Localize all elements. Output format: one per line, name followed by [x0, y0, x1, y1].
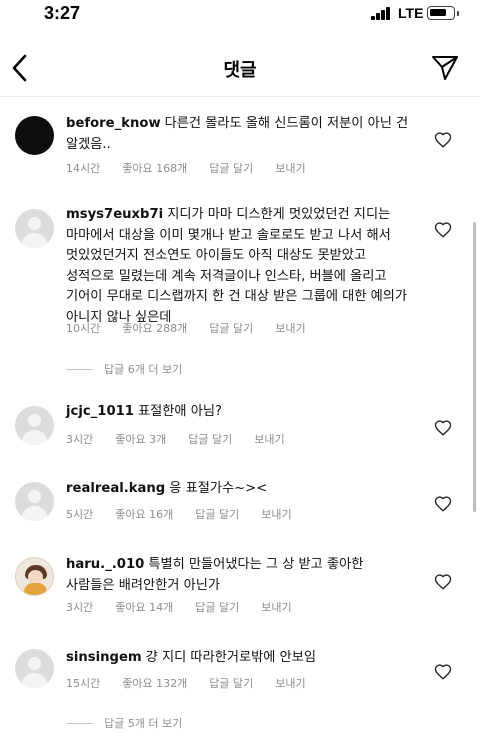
avatar[interactable]	[15, 557, 54, 596]
comment-time: 3시간	[66, 433, 94, 446]
paper-plane-icon	[432, 56, 458, 80]
comment-likes[interactable]: 좋아요 16개	[115, 506, 173, 522]
comment-item: before_know 다른건 몰라도 올해 신드롬이 저분이 아닌 건 알겠음.…	[0, 112, 480, 182]
comment-text: sinsingem 걍 지디 따라한거로밖에 안보임	[66, 648, 416, 669]
status-time: 3:27	[44, 3, 81, 23]
comment-body: 표절한애 아님?	[137, 404, 222, 419]
comment-item: sinsingem 걍 지디 따라한거로밖에 안보임 15시간 좋아요 132개 답글…	[0, 646, 480, 732]
comment-time: 14시간	[66, 162, 101, 175]
heart-icon	[434, 132, 452, 148]
comment-time: 3시간	[66, 601, 94, 614]
avatar[interactable]	[15, 116, 54, 155]
reply-button[interactable]: 답글 달기	[209, 320, 253, 336]
comment-body: 걍 지디 따라한거로밖에 안보임	[145, 650, 316, 665]
comment-text: haru._.010 특별히 만들어냈다는 그 상 받고 좋아한 사람들은 배려안…	[66, 555, 416, 596]
like-button[interactable]	[434, 420, 452, 436]
reply-button[interactable]: 답글 달기	[188, 431, 232, 447]
comment-meta: 3시간 좋아요 14개 답글 달기 보내기	[66, 599, 314, 615]
send-button[interactable]: 보내기	[261, 599, 291, 615]
comment-username[interactable]: realreal.kang	[66, 481, 165, 496]
send-button[interactable]: 보내기	[275, 160, 305, 176]
like-button[interactable]	[434, 496, 452, 512]
like-button[interactable]	[434, 664, 452, 680]
comment-text: msys7euxb7i 지디가 마마 디스한게 멋있었던건 지디는 마마에서 대상…	[66, 205, 416, 328]
share-button[interactable]	[430, 54, 460, 82]
comment-text: jcjc_1011 표절한애 아님?	[66, 402, 416, 423]
comment-likes[interactable]: 좋아요 132개	[122, 675, 187, 691]
comment-item: realreal.kang 응 표절가수~>< 5시간 좋아요 16개 답글 달기 보내…	[0, 477, 480, 537]
battery-icon	[427, 6, 459, 20]
heart-icon	[434, 222, 452, 238]
comment-item: haru._.010 특별히 만들어냈다는 그 상 받고 좋아한 사람들은 배려안…	[0, 553, 480, 633]
comment-meta: 10시간 좋아요 288개 답글 달기 보내기	[66, 320, 328, 336]
reply-button[interactable]: 답글 달기	[209, 675, 253, 691]
avatar[interactable]	[15, 209, 54, 248]
comment-time: 15시간	[66, 677, 101, 690]
send-button[interactable]: 보내기	[254, 431, 284, 447]
comment-text: before_know 다른건 몰라도 올해 신드롬이 저분이 아닌 건 알겠음.…	[66, 114, 416, 155]
heart-icon	[434, 420, 452, 436]
send-button[interactable]: 보내기	[275, 320, 305, 336]
view-replies-label: 답글 6개 더 보기	[104, 363, 183, 376]
comment-item: jcjc_1011 표절한애 아님? 3시간 좋아요 3개 답글 달기 보내기	[0, 400, 480, 460]
view-replies-label: 답글 5개 더 보기	[104, 717, 183, 730]
avatar[interactable]	[15, 406, 54, 445]
status-bar: 3:27 LTE	[0, 0, 480, 30]
avatar[interactable]	[15, 482, 54, 521]
comment-time: 10시간	[66, 322, 101, 335]
comment-likes[interactable]: 좋아요 168개	[122, 160, 187, 176]
reply-button[interactable]: 답글 달기	[195, 599, 239, 615]
signal-strength-icon	[371, 7, 391, 20]
send-button[interactable]: 보내기	[275, 675, 305, 691]
comment-body: 응 표절가수~><	[169, 481, 268, 496]
like-button[interactable]	[434, 132, 452, 148]
comment-username[interactable]: before_know	[66, 116, 161, 131]
comment-meta: 15시간 좋아요 132개 답글 달기 보내기	[66, 675, 328, 691]
like-button[interactable]	[434, 574, 452, 590]
comment-meta: 5시간 좋아요 16개 답글 달기 보내기	[66, 506, 314, 522]
comment-item: msys7euxb7i 지디가 마마 디스한게 멋있었던건 지디는 마마에서 대상…	[0, 203, 480, 383]
network-type: LTE	[398, 5, 424, 21]
comment-likes[interactable]: 좋아요 3개	[115, 431, 166, 447]
avatar[interactable]	[15, 649, 54, 688]
page-title: 댓글	[223, 60, 257, 81]
heart-icon	[434, 574, 452, 590]
comment-username[interactable]: sinsingem	[66, 650, 142, 665]
replies-line	[66, 369, 93, 370]
comment-username[interactable]: haru._.010	[66, 557, 144, 572]
comment-username[interactable]: msys7euxb7i	[66, 207, 163, 222]
comment-meta: 3시간 좋아요 3개 답글 달기 보내기	[66, 431, 307, 447]
reply-button[interactable]: 답글 달기	[209, 160, 253, 176]
send-button[interactable]: 보내기	[261, 506, 291, 522]
reply-button[interactable]: 답글 달기	[195, 506, 239, 522]
comment-time: 5시간	[66, 508, 94, 521]
comment-meta: 14시간 좋아요 168개 답글 달기 보내기	[66, 160, 328, 176]
heart-icon	[434, 664, 452, 680]
comment-username[interactable]: jcjc_1011	[66, 404, 134, 419]
header: 댓글	[0, 42, 480, 94]
comment-text: realreal.kang 응 표절가수~><	[66, 479, 416, 500]
comment-likes[interactable]: 좋아요 288개	[122, 320, 187, 336]
comment-body: 지디가 마마 디스한게 멋있었던건 지디는 마마에서 대상을 이미 몇개나 받고…	[66, 207, 408, 325]
comment-likes[interactable]: 좋아요 14개	[115, 599, 173, 615]
replies-line	[66, 723, 93, 724]
heart-icon	[434, 496, 452, 512]
like-button[interactable]	[434, 222, 452, 238]
header-divider	[0, 96, 480, 97]
